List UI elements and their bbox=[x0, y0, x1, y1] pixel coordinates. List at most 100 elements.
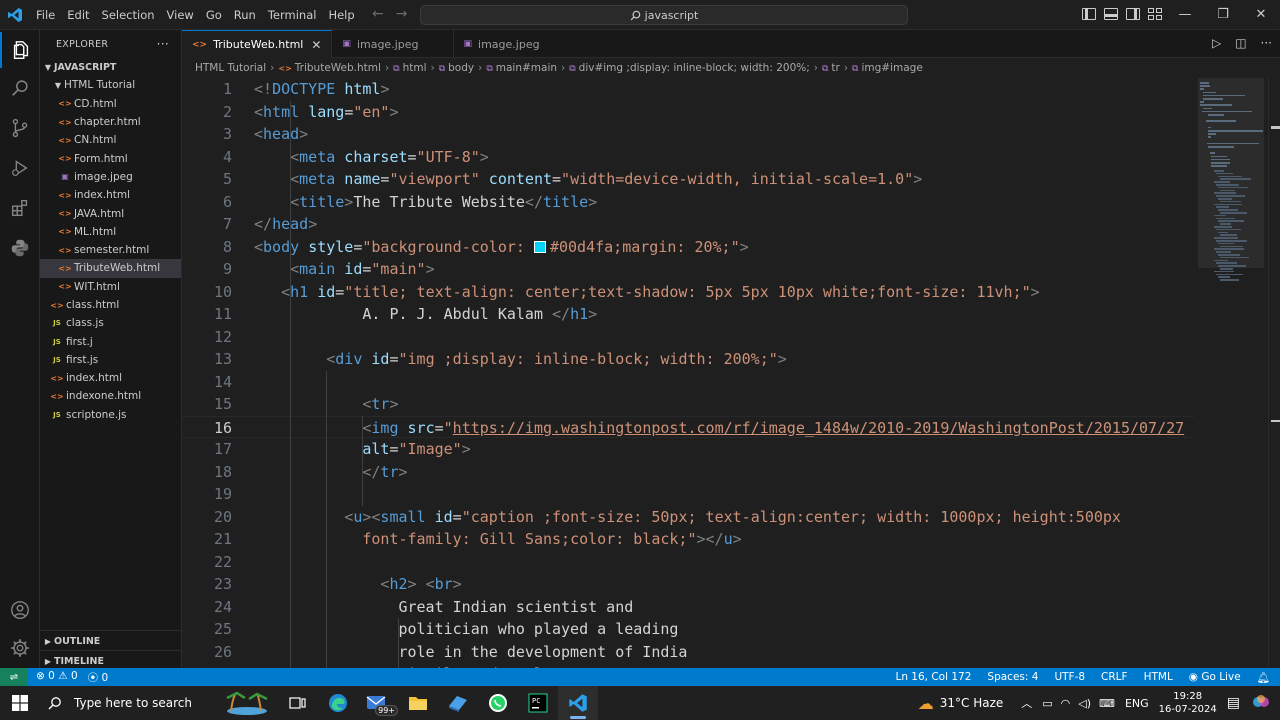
menu-item-terminal[interactable]: Terminal bbox=[262, 0, 323, 30]
taskbar-search[interactable]: Type here to search bbox=[40, 686, 216, 720]
file-item[interactable]: JS scriptone.js bbox=[40, 406, 181, 424]
breadcrumb-item[interactable]: ⧉ tr bbox=[822, 62, 840, 74]
breadcrumb-item[interactable]: ⧉ body bbox=[439, 62, 474, 74]
breadcrumb-item[interactable]: HTML Tutorial bbox=[195, 62, 266, 74]
tab-image-jpeg-1[interactable]: ▣ image.jpeg bbox=[332, 30, 454, 58]
tab-image-jpeg-2[interactable]: ▣ image.jpeg bbox=[454, 30, 574, 58]
menu-item-go[interactable]: Go bbox=[200, 0, 228, 30]
split-editor-icon[interactable]: ◫ bbox=[1235, 36, 1246, 50]
start-button[interactable] bbox=[0, 695, 40, 711]
code-line[interactable]: 8 <body style="background-color: #00d4fa;… bbox=[182, 236, 1194, 259]
code-line[interactable]: 17 alt="Image"> bbox=[182, 438, 1194, 461]
ports-status[interactable]: ⦿ 0 bbox=[88, 670, 109, 685]
vertical-scrollbar[interactable] bbox=[1268, 78, 1280, 668]
menu-item-selection[interactable]: Selection bbox=[96, 0, 161, 30]
search-icon[interactable] bbox=[0, 70, 40, 106]
python-icon[interactable] bbox=[0, 230, 40, 266]
edge-browser-icon[interactable] bbox=[318, 686, 358, 720]
file-item[interactable]: <> semester.html bbox=[40, 241, 181, 259]
code-line[interactable]: 22 bbox=[182, 551, 1194, 574]
wifi-icon[interactable]: ◠ bbox=[1061, 697, 1071, 710]
code-line[interactable]: 13 <div id="img ;display: inline-block; w… bbox=[182, 348, 1194, 371]
indentation[interactable]: Spaces: 4 bbox=[987, 671, 1038, 684]
menu-item-view[interactable]: View bbox=[161, 0, 200, 30]
encoding[interactable]: UTF-8 bbox=[1054, 671, 1085, 684]
toggle-panel-icon[interactable] bbox=[1104, 8, 1118, 20]
tree-root-folder[interactable]: ▼ JAVASCRIPT bbox=[40, 58, 181, 76]
file-item[interactable]: <> JAVA.html bbox=[40, 204, 181, 222]
notifications-icon[interactable]: ▤ bbox=[1227, 695, 1240, 711]
outline-section[interactable]: ▶ OUTLINE bbox=[40, 630, 182, 651]
file-item[interactable]: ▣ image.jpeg bbox=[40, 168, 181, 186]
accounts-icon[interactable] bbox=[0, 592, 40, 628]
toggle-primary-sidebar-icon[interactable] bbox=[1082, 8, 1096, 20]
file-item[interactable]: JS first.j bbox=[40, 332, 181, 350]
code-line[interactable]: 23 <h2> <br> bbox=[182, 573, 1194, 596]
close-window-icon[interactable]: ✕ bbox=[1242, 0, 1280, 30]
tree-folder-html-tutorial[interactable]: ▼ HTML Tutorial bbox=[40, 76, 181, 94]
code-line[interactable]: 14 bbox=[182, 371, 1194, 394]
battery-icon[interactable]: ▭ bbox=[1042, 697, 1052, 710]
code-line[interactable]: 2 <html lang="en"> bbox=[182, 101, 1194, 124]
close-tab-icon[interactable]: ✕ bbox=[311, 38, 321, 52]
go-live-button[interactable]: ◉ Go Live bbox=[1189, 671, 1241, 684]
explorer-icon[interactable] bbox=[0, 32, 40, 68]
breadcrumb-item[interactable]: ⧉ html bbox=[393, 62, 426, 74]
weather-text[interactable]: 31°C Haze bbox=[940, 696, 1004, 710]
extensions-icon[interactable] bbox=[0, 190, 40, 226]
code-line[interactable]: 26 role in the development of India bbox=[182, 641, 1194, 664]
file-item[interactable]: <> Form.html bbox=[40, 149, 181, 167]
language-indicator[interactable]: ENG bbox=[1125, 697, 1149, 710]
toggle-secondary-sidebar-icon[interactable] bbox=[1126, 8, 1140, 20]
breadcrumb-item[interactable]: ⧉ img#image bbox=[852, 62, 923, 74]
file-item[interactable]: <> index.html bbox=[40, 186, 181, 204]
end-of-line[interactable]: CRLF bbox=[1101, 671, 1128, 684]
code-line[interactable]: 4 <meta charset="UTF-8"> bbox=[182, 146, 1194, 169]
store-icon[interactable] bbox=[438, 686, 478, 720]
file-item[interactable]: <> index.html bbox=[40, 369, 181, 387]
cursor-position[interactable]: Ln 16, Col 172 bbox=[895, 671, 971, 684]
task-view-icon[interactable] bbox=[278, 686, 318, 720]
file-explorer-icon[interactable] bbox=[398, 686, 438, 720]
code-line[interactable]: 5 <meta name="viewport" content="width=de… bbox=[182, 168, 1194, 191]
copilot-icon[interactable] bbox=[1252, 693, 1270, 714]
run-debug-icon[interactable] bbox=[0, 150, 40, 186]
notifications-bell-icon[interactable]: 🔔︎ bbox=[1257, 671, 1270, 684]
language-mode[interactable]: HTML bbox=[1144, 671, 1173, 684]
file-item[interactable]: <> CD.html bbox=[40, 95, 181, 113]
code-line[interactable]: 18 </tr> bbox=[182, 461, 1194, 484]
code-line[interactable]: 20 <u><small id="caption ;font-size: 50px… bbox=[182, 506, 1194, 529]
code-line[interactable]: 7 </head> bbox=[182, 213, 1194, 236]
tab-tributeweb-html[interactable]: <> TributeWeb.html ✕ bbox=[182, 30, 333, 58]
menu-item-run[interactable]: Run bbox=[228, 0, 262, 30]
code-line[interactable]: 15 <tr> bbox=[182, 393, 1194, 416]
code-line[interactable]: 1 <!DOCTYPE html> bbox=[182, 78, 1194, 101]
minimap[interactable] bbox=[1194, 78, 1268, 668]
problems-status[interactable]: ⊗ 0 ⚠ 0 bbox=[36, 670, 78, 685]
remote-icon[interactable]: ⇌ bbox=[0, 668, 28, 686]
code-line[interactable]: 25 politician who played a leading bbox=[182, 618, 1194, 641]
forward-arrow-icon[interactable]: → bbox=[396, 6, 408, 22]
menu-item-help[interactable]: Help bbox=[322, 0, 360, 30]
code-line[interactable]: 9 <main id="main"> bbox=[182, 258, 1194, 281]
settings-gear-icon[interactable] bbox=[0, 630, 40, 666]
code-line[interactable]: 16 <img src="https://img.washingtonpost.c… bbox=[182, 415, 1194, 438]
color-swatch[interactable] bbox=[533, 240, 546, 253]
file-item[interactable]: JS first.js bbox=[40, 351, 181, 369]
code-line[interactable]: 6 <title>The Tribute Website</title> bbox=[182, 191, 1194, 214]
file-item[interactable]: <> ML.html bbox=[40, 223, 181, 241]
run-icon[interactable]: ▷ bbox=[1212, 36, 1221, 50]
weather-icon[interactable]: ☁ bbox=[918, 694, 934, 713]
vscode-taskbar-icon[interactable] bbox=[558, 686, 598, 720]
pycharm-icon[interactable]: PC bbox=[518, 686, 558, 720]
breadcrumb-item[interactable]: ⧉ div#img ;display: inline-block; width: … bbox=[569, 62, 810, 74]
file-item[interactable]: <> CN.html bbox=[40, 131, 181, 149]
code-editor[interactable]: 1 <!DOCTYPE html> 2 <html lang="en"> 3 <head>… bbox=[182, 78, 1194, 668]
customize-layout-icon[interactable] bbox=[1148, 8, 1162, 20]
code-line[interactable]: 19 bbox=[182, 483, 1194, 506]
code-line[interactable]: 11 A. P. J. Abdul Kalam </h1> bbox=[182, 303, 1194, 326]
file-item[interactable]: <> chapter.html bbox=[40, 113, 181, 131]
command-center-search[interactable]: javascript bbox=[420, 5, 908, 25]
menu-item-file[interactable]: File bbox=[30, 0, 61, 30]
file-item[interactable]: <> WIT.html bbox=[40, 278, 181, 296]
